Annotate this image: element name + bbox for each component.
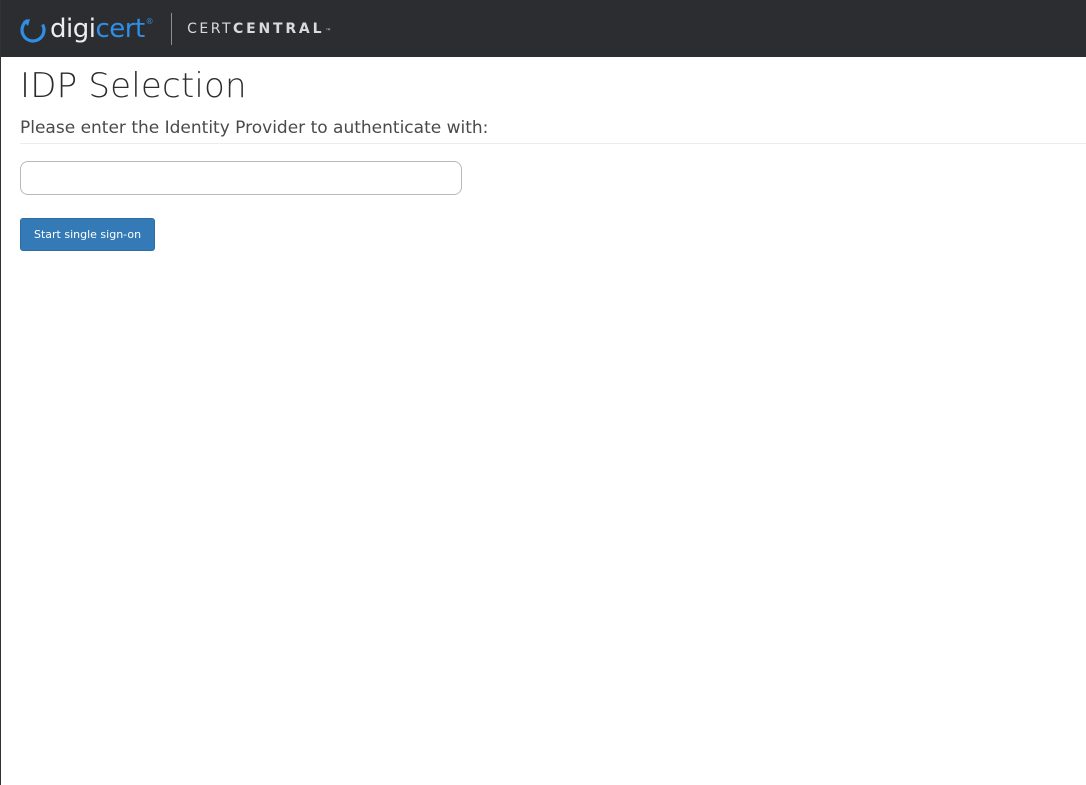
product-name-bold: CENTRAL bbox=[233, 20, 325, 37]
idp-prompt-label: Please enter the Identity Provider to au… bbox=[20, 117, 1086, 144]
digicert-wordmark: digi cert ® bbox=[50, 13, 154, 44]
start-single-sign-on-button[interactable]: Start single sign-on bbox=[20, 218, 156, 251]
trademark-mark: ™ bbox=[325, 27, 332, 35]
product-name-light: CERT bbox=[187, 20, 234, 37]
header-divider bbox=[171, 12, 173, 45]
registered-mark: ® bbox=[145, 16, 154, 26]
brand-text-cert: cert bbox=[95, 13, 145, 44]
idp-input[interactable] bbox=[20, 161, 462, 195]
product-name: CERT CENTRAL ™ bbox=[187, 21, 331, 37]
main-content: IDP Selection Please enter the Identity … bbox=[1, 57, 1086, 251]
brand-text-digi: digi bbox=[50, 13, 96, 44]
digicert-logo[interactable]: digi cert ® bbox=[19, 9, 154, 49]
digicert-logo-icon bbox=[20, 16, 46, 43]
page: digi cert ® CERT CENTRAL ™ IDP Selection Ple… bbox=[0, 0, 1086, 785]
top-navigation-bar: digi cert ® CERT CENTRAL ™ bbox=[1, 0, 1086, 57]
page-title: IDP Selection bbox=[20, 66, 247, 106]
